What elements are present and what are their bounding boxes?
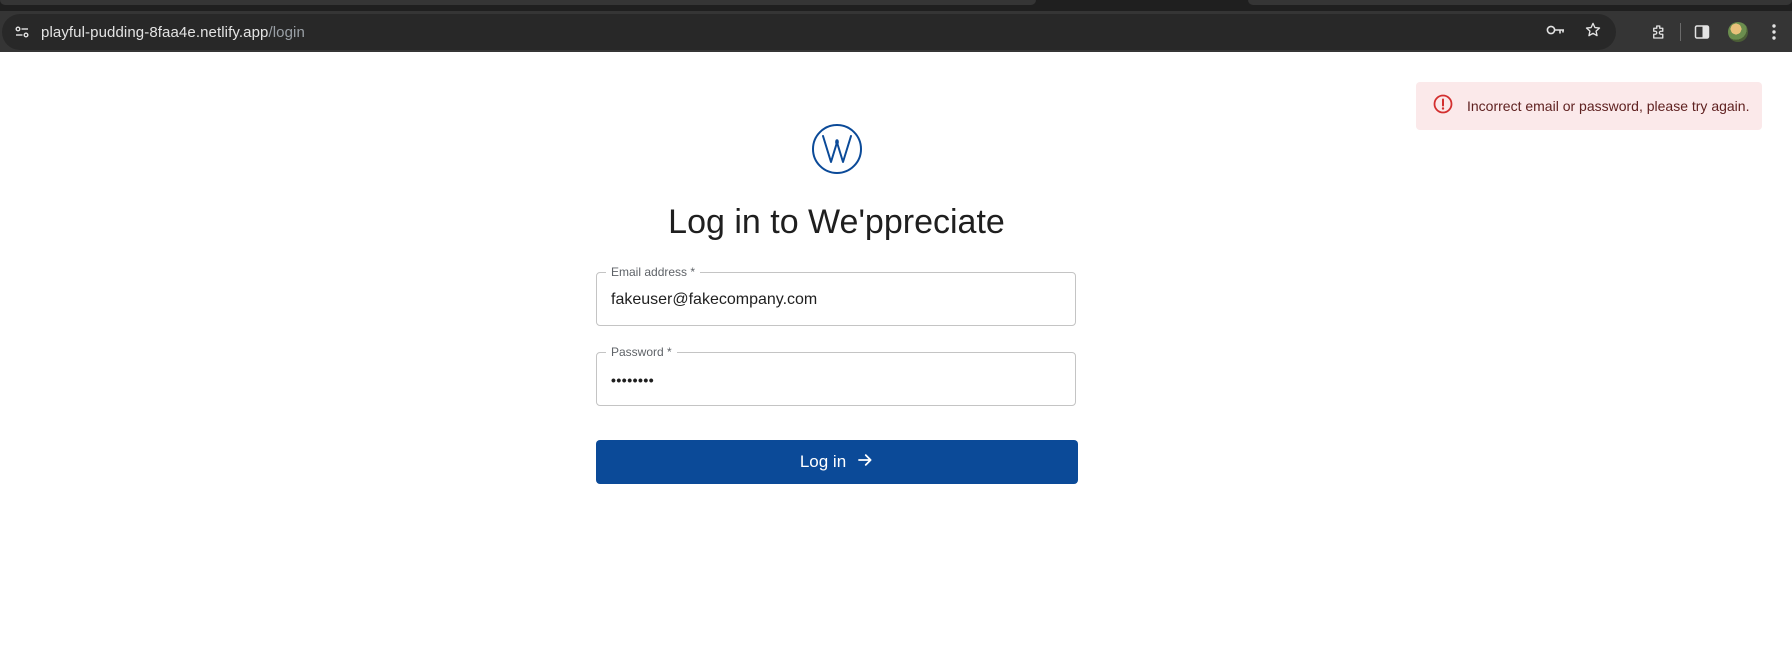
- extensions-icon[interactable]: [1641, 11, 1677, 52]
- toolbar-separator: [1680, 22, 1681, 41]
- url-text[interactable]: playful-pudding-8faa4e.netlify.app/login: [41, 24, 305, 41]
- arrow-right-icon: [856, 451, 874, 474]
- active-tab-edge[interactable]: [0, 0, 1036, 5]
- inactive-tab-edge[interactable]: [1248, 0, 1792, 5]
- password-value[interactable]: ••••••••: [611, 353, 654, 407]
- key-icon[interactable]: [1546, 23, 1566, 42]
- address-bar[interactable]: playful-pudding-8faa4e.netlify.app/login: [2, 14, 1616, 50]
- star-icon[interactable]: [1584, 21, 1602, 44]
- browser-tabstrip: [0, 0, 1792, 11]
- url-host: playful-pudding-8faa4e.netlify.app: [41, 23, 269, 41]
- page-title: Log in to We'ppreciate: [668, 203, 1005, 241]
- email-field[interactable]: Email address * fakeuser@fakecompany.com: [596, 264, 1076, 327]
- email-value[interactable]: fakeuser@fakecompany.com: [611, 273, 817, 327]
- login-button-label: Log in: [799, 452, 847, 471]
- weppreciate-logo: [811, 123, 863, 175]
- error-message: Incorrect email or password, please try …: [1467, 98, 1750, 114]
- error-icon: [1433, 94, 1453, 119]
- side-panel-icon[interactable]: [1684, 11, 1720, 52]
- url-path: /login: [268, 23, 305, 41]
- menu-icon[interactable]: [1756, 11, 1792, 52]
- password-field[interactable]: Password * ••••••••: [596, 344, 1076, 407]
- browser-toolbar: playful-pudding-8faa4e.netlify.app/login: [0, 11, 1792, 52]
- profile-avatar[interactable]: [1720, 11, 1756, 52]
- login-button[interactable]: Log in: [596, 440, 1078, 484]
- avatar-image: [1728, 21, 1748, 42]
- site-info-icon[interactable]: [5, 18, 39, 46]
- error-alert: Incorrect email or password, please try …: [1416, 82, 1762, 130]
